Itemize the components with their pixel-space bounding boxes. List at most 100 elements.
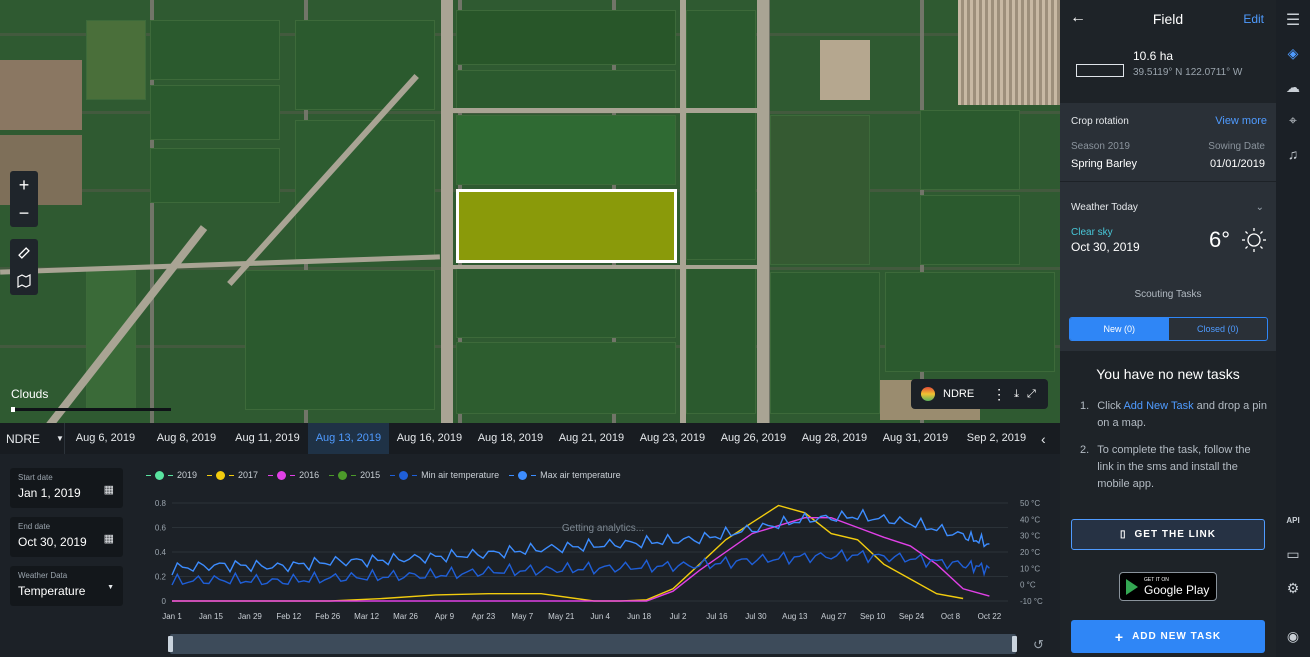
end-date-field[interactable]: End date Oct 30, 2019 ▦ [10,517,123,557]
map-field [150,148,280,203]
tab-closed[interactable]: Closed (0) [1169,318,1268,340]
x-tick-label: Sep 10 [860,612,886,621]
x-tick-label: Oct 22 [978,612,1002,621]
bell-icon[interactable]: ♫ [1276,146,1310,162]
map-road [757,0,769,423]
x-tick-label: Aug 27 [821,612,847,621]
season-value: Spring Barley [1071,158,1138,170]
map-field [245,270,435,410]
date-item[interactable]: Aug 13, 2019 [307,423,389,454]
chevron-left-icon[interactable]: ‹ [1041,431,1046,447]
map-field [770,115,870,265]
tab-new[interactable]: New (0) [1070,318,1169,340]
reset-zoom-icon[interactable]: ↺ [1033,637,1044,653]
right-icon-rail: ☰ ◈ ☁ ⌖ ♫ API ▭ ⚙ ◉ [1276,0,1310,657]
plus-icon: + [1114,628,1125,645]
x-tick-label: Jan 29 [238,612,263,621]
zoom-in-button[interactable]: + [10,171,38,199]
chart-range-scrollbar[interactable] [170,634,1016,654]
date-item[interactable]: Aug 6, 2019 [65,423,146,454]
legend-item[interactable]: 2015 [329,470,380,480]
add-new-task-link[interactable]: Add New Task [1123,400,1193,412]
weather-date: Oct 30, 2019 [1071,240,1140,254]
calendar-icon[interactable]: ▦ [104,483,114,496]
location-pin-icon[interactable]: ⌖ [1276,112,1310,129]
date-item[interactable]: Aug 23, 2019 [632,423,713,454]
index-dropdown[interactable]: NDRE ▼ [0,423,65,454]
ruler-icon[interactable] [10,239,38,267]
legend-item[interactable]: Min air temperature [390,470,499,480]
start-date-field[interactable]: Start date Jan 1, 2019 ▦ [10,468,123,508]
chevron-down-icon[interactable]: ⌄ [1256,202,1264,213]
map-orchard [958,0,1060,105]
weather-data-value: Temperature [18,584,86,598]
index-selector-pill[interactable]: NDRE ⋮ ⤓ ⤢ [911,379,1048,409]
clouds-slider[interactable] [11,407,171,412]
menu-icon[interactable]: ☰ [1276,10,1310,30]
weather-title: Weather Today [1071,202,1138,213]
range-handle-right[interactable] [1012,636,1017,652]
satellite-map[interactable]: + − Clouds NDRE ⋮ ⤓ ⤢ [0,0,1060,423]
feedback-icon[interactable]: ▭ [1276,546,1310,563]
legend-item[interactable]: 2016 [268,470,319,480]
zoom-out-button[interactable]: − [10,199,38,227]
map-layers-icon[interactable] [10,267,38,295]
google-play-badge[interactable]: GET IT ON Google Play [1119,572,1217,601]
view-more-link[interactable]: View more [1215,115,1267,127]
ndre-palette-icon [921,387,935,401]
layers-icon[interactable]: ◈ [1276,45,1310,62]
range-handle-left[interactable] [168,636,173,652]
date-item[interactable]: Aug 18, 2019 [470,423,551,454]
calendar-icon[interactable]: ▦ [104,532,114,545]
get-the-link-button[interactable]: ▯ GET THE LINK [1071,519,1265,550]
x-tick-label: Apr 23 [472,612,496,621]
add-new-task-button[interactable]: + ADD NEW TASK [1071,620,1265,653]
map-field [295,20,435,110]
date-item[interactable]: Aug 11, 2019 [227,423,308,454]
legend-item[interactable]: Max air temperature [509,470,621,480]
zoom-control: + − [10,171,38,227]
date-item[interactable]: Aug 16, 2019 [389,423,470,454]
account-icon[interactable]: ◉ [1276,628,1310,645]
map-field [456,10,676,65]
selected-field-outline[interactable] [456,189,677,263]
date-item[interactable]: Aug 8, 2019 [146,423,227,454]
legend-dot [338,470,348,480]
legend-item[interactable]: 2017 [207,470,258,480]
date-item[interactable]: Aug 28, 2019 [794,423,875,454]
play-store-icon [1126,578,1138,595]
end-date-label: End date [18,522,51,531]
index-dropdown-label: NDRE [6,431,41,446]
api-icon[interactable]: API [1276,516,1310,525]
start-date-label: Start date [18,473,53,482]
field-sidebar: ← Field Edit 10.6 ha 39.5119° N 122.0711… [1060,0,1276,657]
date-item[interactable]: Aug 21, 2019 [551,423,632,454]
clouds-slider-handle[interactable] [11,407,15,412]
legend-item[interactable]: 2019 [146,470,197,480]
edit-link[interactable]: Edit [1243,12,1264,26]
date-item[interactable]: Sep 2, 2019 [956,423,1037,454]
legend-label: Max air temperature [540,470,621,480]
map-field [150,20,280,80]
fullscreen-icon[interactable]: ⤢ [1027,388,1036,401]
legend-line [509,474,515,476]
date-item[interactable]: Aug 26, 2019 [713,423,794,454]
scouting-tasks-card: Scouting Tasks New (0) Closed (0) [1060,276,1276,350]
download-icon[interactable]: ⤓ [1014,388,1019,401]
more-vert-icon[interactable]: ⋮ [992,386,1006,403]
caret-down-icon: ▼ [107,584,114,591]
settings-icon[interactable]: ⚙ [1276,580,1310,597]
series-line-2017 [172,504,964,602]
date-item[interactable]: Aug 31, 2019 [875,423,956,454]
y-right-tick-label: 50 °C [1020,499,1040,508]
x-tick-label: Jul 30 [745,612,767,621]
map-field [920,110,1020,190]
cloud-icon[interactable]: ☁ [1276,79,1310,96]
weather-data-select[interactable]: Weather Data Temperature ▼ [10,566,123,606]
caret-down-icon: ▼ [56,434,64,443]
legend-line [412,474,418,476]
x-tick-label: Mar 26 [393,612,418,621]
map-road [453,265,763,269]
map-field [770,272,880,414]
legend-line [531,474,537,476]
